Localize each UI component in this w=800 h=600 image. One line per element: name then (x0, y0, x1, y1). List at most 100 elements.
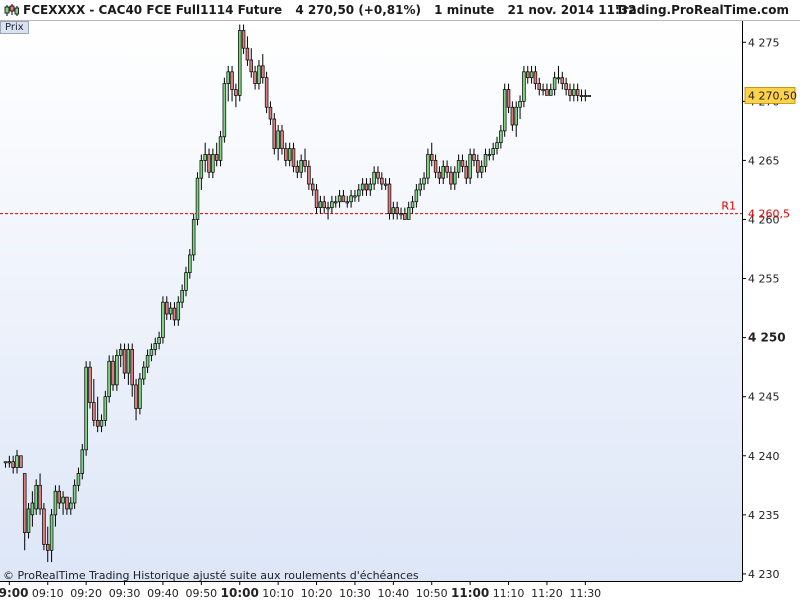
candle-body-down (165, 301, 169, 315)
candle-body-up (522, 71, 526, 102)
candle-body-up (422, 177, 426, 185)
candle (88, 361, 92, 409)
candle-body-up (188, 254, 192, 273)
candle-body-up (203, 154, 207, 161)
price-chart[interactable]: 4 2304 2354 2404 2454 2504 2554 2604 265… (0, 21, 800, 600)
y-tick-label: 4 265 (748, 154, 780, 167)
candle-body-up (491, 148, 495, 155)
candle (191, 213, 196, 261)
candle (587, 95, 591, 97)
y-tick-label: 4 255 (748, 273, 780, 286)
candle-body-down (207, 154, 211, 173)
candle-body-down (322, 201, 326, 209)
y-tick-label: 4 235 (748, 509, 780, 522)
candle-body-down (111, 360, 115, 386)
candle-body-down (445, 165, 449, 173)
x-tick-label: 10:30 (339, 587, 371, 600)
candle-body-up (330, 201, 334, 209)
candle-body-down (122, 349, 127, 374)
candle-body-down (22, 473, 27, 533)
candle-body-up (80, 449, 85, 474)
candle-body-down (568, 89, 572, 96)
x-tick-label: 11:30 (569, 587, 601, 600)
brand-label: Trading.ProRealTime.com (615, 3, 789, 17)
candle-body-down (564, 83, 568, 90)
candle-body-up (180, 290, 184, 303)
candle-body-down (403, 213, 407, 220)
candle-body-up (414, 189, 419, 203)
y-axis: 4 2304 2354 2404 2454 2504 2554 2604 265… (742, 36, 786, 581)
candle-body-down (314, 189, 319, 209)
y-tick-label: 4 275 (748, 36, 780, 49)
x-tick-label: 09:00 (0, 586, 28, 600)
candle-body-down (510, 106, 515, 126)
x-tick-label: 11:00 (451, 586, 489, 600)
candle-body-down (57, 490, 62, 504)
candle-body-down (45, 544, 50, 551)
candle-body-up (287, 148, 292, 161)
candle (222, 77, 227, 143)
candle-body-up (552, 77, 557, 90)
candle-body-up (115, 354, 119, 386)
x-axis: 09:00 09:10 09:20 09:30 09:40 09:50 10:0010:10… (0, 581, 601, 600)
candle-body-down (268, 106, 273, 120)
candle-body-down (88, 366, 92, 403)
candle-body-down (472, 154, 476, 161)
candle-body-up (441, 165, 446, 179)
x-tick-label: 10:20 (301, 587, 333, 600)
candle-body-up (118, 349, 123, 356)
candle-body-up (69, 502, 73, 510)
candle-body-down (560, 77, 565, 84)
candle-body-down (437, 171, 442, 179)
candle-body-up (145, 354, 150, 368)
y-tick-label: 4 250 (748, 331, 786, 345)
candle-body-up (518, 100, 522, 108)
x-tick-label: 09:50 (185, 587, 217, 600)
candle-body-down (545, 89, 549, 96)
candle-body-up (541, 89, 545, 92)
candle-body-down (241, 30, 246, 49)
candle-body-up (556, 77, 561, 80)
candle-body-up (326, 207, 330, 210)
candle-body-up (529, 71, 534, 79)
candle-body-up (487, 154, 492, 157)
candle-body-up (345, 201, 350, 204)
x-tick-label: 09:20 (70, 587, 102, 600)
candle-body-up (299, 160, 303, 173)
x-tick-label: 10:50 (416, 587, 448, 600)
candle-body-down (575, 89, 580, 96)
candle-body-down (506, 89, 511, 108)
symbol-name: FCEXXXX - CAC40 FCE Full1114 Future (23, 3, 283, 17)
price-change: 4 270,50 (+0,81%) (295, 3, 421, 17)
candle-body-up (237, 30, 242, 96)
candle-body-up (149, 349, 154, 356)
candle-body-down (476, 160, 480, 173)
footer-note: © ProRealTime Trading Historique ajusté … (3, 569, 419, 582)
candle-body-up (30, 502, 35, 516)
chart-window: FCEXXXX - CAC40 FCE Full1114 Future 4 27… (0, 0, 800, 600)
candle-body-up (191, 219, 196, 256)
instrument-title: FCEXXXX - CAC40 FCE Full1114 Future 4 27… (23, 3, 646, 17)
candle (502, 83, 507, 137)
candle-body-up (226, 71, 230, 84)
candle-body-up (383, 183, 388, 186)
candle-body-up (211, 154, 215, 173)
candle (115, 349, 119, 391)
panel-tab-prix[interactable]: Prix (0, 21, 29, 34)
candle-body-up (195, 177, 200, 220)
candle-body-up (572, 89, 576, 96)
last-price-label: 4 270,50 (748, 89, 797, 102)
candle (387, 178, 392, 220)
candle-body-down (92, 402, 96, 421)
candle-body-down (253, 71, 257, 84)
candle-body-down (464, 165, 469, 179)
candlestick-icon (4, 4, 19, 16)
candle-body-down (280, 130, 284, 149)
last-price-marker: 4 270,50 (744, 87, 797, 104)
candle-body-down (19, 455, 23, 468)
candle-body-up (61, 496, 65, 504)
x-tick-label: 11:10 (493, 587, 525, 600)
candle (107, 355, 111, 403)
x-tick-label: 10:40 (377, 587, 409, 600)
candle-body-up (495, 142, 499, 149)
